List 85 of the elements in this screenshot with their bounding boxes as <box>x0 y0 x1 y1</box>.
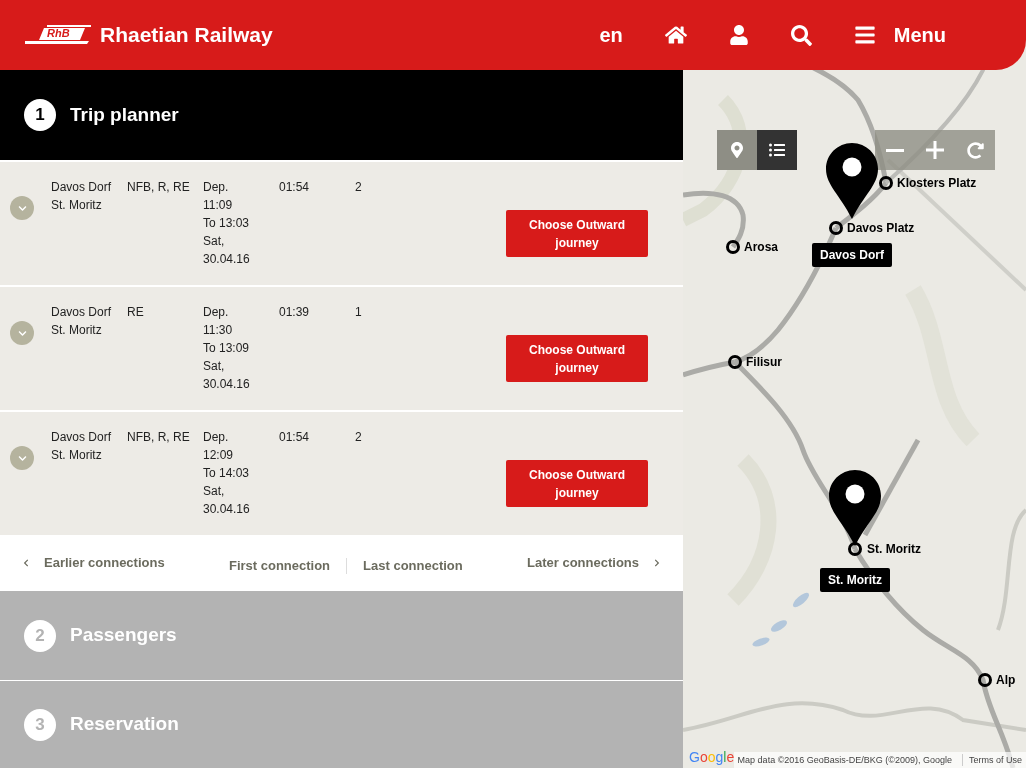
station-label: Davos Platz <box>847 220 915 236</box>
step-title: Passengers <box>70 623 177 648</box>
pin-tooltip: Davos Dorf <box>812 243 892 267</box>
terms-link[interactable]: Terms of Use <box>962 754 1022 766</box>
rhb-logo[interactable]: RhB <box>25 24 91 46</box>
location-pin-icon <box>729 142 745 158</box>
plus-icon <box>926 141 944 159</box>
search-icon <box>790 24 812 46</box>
menu-button[interactable]: Menu <box>853 20 946 50</box>
choose-journey-button[interactable]: Choose Outward journey <box>506 210 648 257</box>
expand-toggle[interactable] <box>10 321 34 345</box>
chevron-left-icon <box>22 558 30 567</box>
origin-station: Davos Dorf <box>51 179 113 196</box>
station-ring-icon <box>848 542 862 556</box>
lake <box>770 620 788 632</box>
step-header[interactable]: 1 Trip planner <box>0 70 683 160</box>
station-label: St. Moritz <box>867 541 921 557</box>
last-connection-button[interactable]: Last connection <box>363 555 463 576</box>
arrival-time: To 14:03 <box>203 465 251 482</box>
google-logo: Google <box>689 749 735 765</box>
home-button[interactable] <box>664 24 687 46</box>
account-button[interactable] <box>728 25 749 45</box>
lake <box>752 637 770 647</box>
arrival-time: To 13:09 <box>203 340 251 357</box>
choose-journey-button[interactable]: Choose Outward journey <box>506 460 648 507</box>
station-ring-icon <box>726 240 740 254</box>
search-button[interactable] <box>790 24 812 46</box>
train-types: RE <box>127 304 145 321</box>
language-button[interactable]: en <box>599 20 623 50</box>
destination-station: St. Moritz <box>51 322 103 339</box>
attribution-text: Map data ©2016 GeoBasis-DE/BKG (©2009), Google <box>737 754 952 766</box>
train-types: NFB, R, RE <box>127 429 191 446</box>
chevron-right-icon <box>653 558 661 567</box>
train-types: NFB, R, RE <box>127 179 191 196</box>
list-icon <box>769 142 785 158</box>
choose-journey-button[interactable]: Choose Outward journey <box>506 335 648 382</box>
station-ring-icon <box>879 176 893 190</box>
list-view-button[interactable] <box>757 130 797 170</box>
home-icon <box>664 24 687 46</box>
chevron-down-icon <box>17 328 27 338</box>
departure-time: Dep. 11:30 <box>203 304 234 339</box>
departure-time: Dep. 11:09 <box>203 179 234 214</box>
step-number-badge: 2 <box>24 619 56 652</box>
expand-toggle[interactable] <box>10 196 34 220</box>
minus-icon <box>886 148 904 152</box>
travel-date: Sat, 30.04.16 <box>203 233 251 268</box>
menu-icon <box>853 24 876 46</box>
chevron-down-icon <box>17 453 27 463</box>
trip-duration: 01:54 <box>279 429 311 446</box>
departure-time: Dep. 12:09 <box>203 429 235 464</box>
user-icon <box>728 25 749 45</box>
changes-count: 1 <box>355 304 363 321</box>
step-number-badge: 1 <box>24 99 56 131</box>
site-title: Rhaetian Railway <box>100 22 273 49</box>
trip-duration: 01:54 <box>279 179 311 196</box>
destination-station: St. Moritz <box>51 197 103 214</box>
travel-date: Sat, 30.04.16 <box>203 358 251 393</box>
arrival-time: To 13:03 <box>203 215 251 232</box>
travel-date: Sat, 30.04.16 <box>203 483 251 518</box>
expand-toggle[interactable] <box>10 446 34 470</box>
destination-station: St. Moritz <box>51 447 103 464</box>
station-ring-icon <box>978 673 992 687</box>
station-label: Alp <box>996 672 1016 688</box>
station-label: Klosters Platz <box>897 175 977 191</box>
step-number-badge: 3 <box>24 708 56 741</box>
trip-duration: 01:39 <box>279 304 311 321</box>
map-pin-icon <box>826 143 878 219</box>
chevron-down-icon <box>17 203 27 213</box>
later-connections-button[interactable]: Later connections <box>527 552 661 573</box>
origin-station: Davos Dorf <box>51 304 113 321</box>
earlier-connections-button[interactable]: Earlier connections <box>22 552 165 573</box>
changes-count: 2 <box>355 179 363 196</box>
step-title: Trip planner <box>70 102 179 127</box>
lake <box>792 592 810 608</box>
station-label: Filisur <box>746 354 782 370</box>
first-connection-button[interactable]: First connection <box>228 555 331 576</box>
origin-station: Davos Dorf <box>51 429 113 446</box>
station-ring-icon <box>728 355 742 369</box>
pin-tooltip: St. Moritz <box>820 568 890 592</box>
station-label: Arosa <box>744 239 778 255</box>
station-ring-icon <box>829 221 843 235</box>
map-pin-icon <box>829 470 881 546</box>
step-title: Reservation <box>70 712 179 737</box>
changes-count: 2 <box>355 429 363 446</box>
refresh-icon <box>966 141 984 159</box>
